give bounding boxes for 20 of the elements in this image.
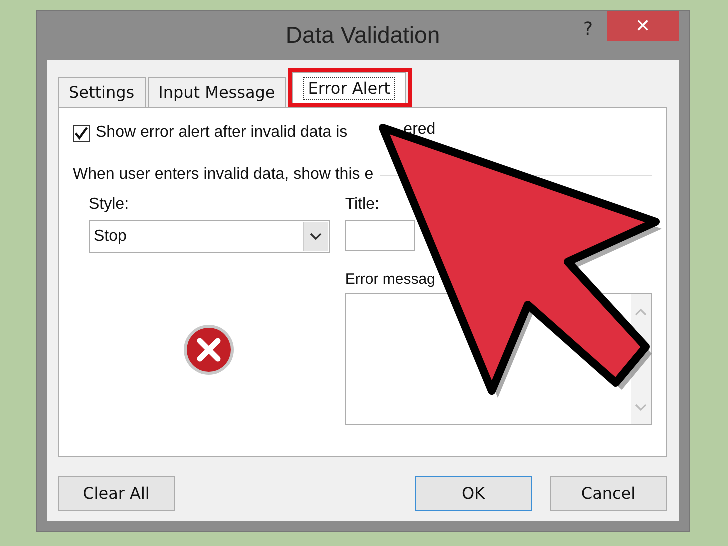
tab[interactable]: Error Alert xyxy=(292,72,406,103)
tab[interactable]: Input Message xyxy=(148,77,286,107)
dialog-button[interactable]: Cancel xyxy=(550,476,667,511)
checkbox[interactable] xyxy=(73,124,90,142)
checkbox-label: Show error alert after invalid data is xyxy=(96,124,348,142)
stop-icon xyxy=(182,324,235,376)
window-title: Data Validation xyxy=(284,22,442,49)
title-field[interactable] xyxy=(345,220,416,251)
dialog-button[interactable]: Clear All xyxy=(58,476,175,511)
close-button[interactable]: ✕ xyxy=(607,11,679,41)
help-button[interactable]: ? xyxy=(583,19,593,40)
style-label: Style: xyxy=(89,196,130,215)
style-dropdown[interactable]: Stop xyxy=(89,220,330,253)
error-message-label: Error messag xyxy=(345,271,436,290)
tab[interactable]: Settings xyxy=(58,77,146,107)
scroll-up-icon[interactable] xyxy=(635,308,647,316)
scroll-down-icon[interactable] xyxy=(635,404,647,412)
dialog-button[interactable]: OK xyxy=(415,476,532,511)
instruction-text: When user enters invalid data, show this e xyxy=(73,166,374,184)
title-label: Title: xyxy=(345,196,380,215)
